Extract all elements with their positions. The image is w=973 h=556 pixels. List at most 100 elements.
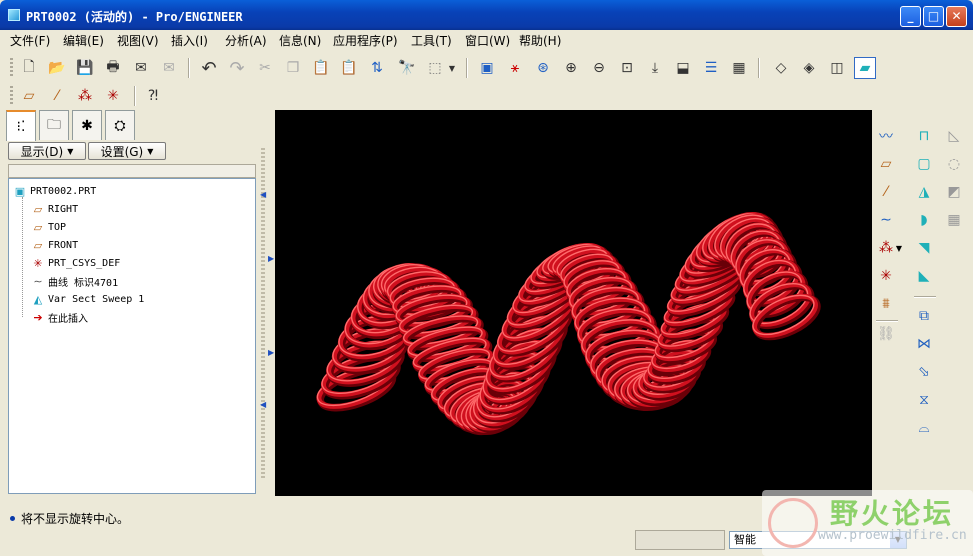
menu-info[interactable]: 信息(N) xyxy=(279,32,321,49)
tab-model-tree[interactable]: ⁝⁚ xyxy=(6,110,36,141)
zoom-out-icon[interactable]: ⊖ xyxy=(588,57,610,79)
tree-item-part[interactable]: ▣ PRT0002.PRT xyxy=(13,183,96,199)
chamfer-icon[interactable]: ◥ xyxy=(912,236,936,260)
edge-chamfer-icon[interactable]: ◣ xyxy=(912,264,936,288)
reorient-icon[interactable]: ⤓ xyxy=(644,57,666,79)
undo-icon[interactable]: ↶ xyxy=(198,57,220,79)
show-dropdown[interactable]: 显示(D) ▼ xyxy=(8,142,86,160)
maximize-button[interactable]: □ xyxy=(923,6,944,27)
datum-plane-tool-icon[interactable]: ▱ xyxy=(874,152,898,176)
graphics-window[interactable] xyxy=(275,110,872,496)
shell-icon[interactable]: ◌ xyxy=(942,152,966,176)
hidden-line-icon[interactable]: ◈ xyxy=(798,57,820,79)
view-manager-icon[interactable]: ▦ xyxy=(728,57,750,79)
tab-connections[interactable]: ⛭ xyxy=(105,110,135,140)
datum-plane-display-icon[interactable]: ▱ xyxy=(18,85,40,107)
move-icon[interactable]: ⬂ xyxy=(912,360,936,384)
datum-axis-tool-icon[interactable]: ⁄ xyxy=(874,180,898,204)
whats-this-icon[interactable]: ⁈ xyxy=(142,85,164,107)
save-icon[interactable]: 💾 xyxy=(74,57,96,79)
shaded-icon[interactable]: ▰ xyxy=(854,57,876,79)
saved-views-icon[interactable]: ⬓ xyxy=(672,57,694,79)
tree-item-label: TOP xyxy=(48,221,67,233)
favorites-icon: ✱ xyxy=(81,117,93,134)
select-box-icon[interactable]: ⬚ xyxy=(424,57,446,79)
tree-item-label: RIGHT xyxy=(48,203,79,215)
datum-curve-icon[interactable]: ∼ xyxy=(874,208,898,232)
orient-icon[interactable]: ⊛ xyxy=(532,57,554,79)
redo-icon[interactable]: ↷ xyxy=(226,57,248,79)
email-icon[interactable]: ✉ xyxy=(130,57,152,79)
cut-icon[interactable]: ✂ xyxy=(254,57,276,79)
csys-tool-icon[interactable]: ✳ xyxy=(874,264,898,288)
tree-item-right[interactable]: ▱ RIGHT xyxy=(31,201,78,217)
toolbar-grip[interactable] xyxy=(10,86,13,106)
menu-insert[interactable]: 插入(I) xyxy=(171,32,208,49)
toolbar-grip[interactable] xyxy=(10,58,13,78)
tree-item-curve[interactable]: ∼ 曲线 标识4701 xyxy=(31,273,118,289)
rib-icon[interactable]: ◮ xyxy=(912,180,936,204)
layers-icon[interactable]: ☰ xyxy=(700,57,722,79)
toolbar-separator xyxy=(466,58,468,78)
print-icon[interactable]: 🖶 xyxy=(102,57,124,79)
menu-file[interactable]: 文件(F) xyxy=(10,32,50,49)
navigator-sash[interactable]: ◀ ▶ ▶ ◀ xyxy=(259,110,274,496)
select-dropdown-icon[interactable]: ▼ xyxy=(446,57,458,79)
tree-item-label: PRT_CSYS_DEF xyxy=(48,257,121,269)
draft-icon[interactable]: ◩ xyxy=(942,180,966,204)
menu-applications[interactable]: 应用程序(P) xyxy=(333,32,398,49)
extrude-icon[interactable]: ⊓ xyxy=(912,124,936,148)
minimize-button[interactable]: _ xyxy=(900,6,921,27)
point-dropdown-icon[interactable]: ▼ xyxy=(894,236,904,260)
paste-icon[interactable]: 📋 xyxy=(310,57,332,79)
csys-display-icon[interactable]: ✳ xyxy=(102,85,124,107)
title-bar: PRT0002 (活动的) - Pro/ENGINEER _ □ ✕ xyxy=(0,0,973,30)
settings-dropdown[interactable]: 设置(G) ▼ xyxy=(88,142,166,160)
datum-plane-icon: ▱ xyxy=(33,220,43,234)
close-button[interactable]: ✕ xyxy=(946,6,967,27)
find-icon[interactable]: 🔭 xyxy=(396,57,418,79)
warp-icon[interactable]: ⧖ xyxy=(912,388,936,412)
zoom-in-icon[interactable]: ⊕ xyxy=(560,57,582,79)
tree-item-front[interactable]: ▱ FRONT xyxy=(31,237,78,253)
no-hidden-icon[interactable]: ◫ xyxy=(826,57,848,79)
revolve-icon[interactable]: ◺ xyxy=(942,124,966,148)
mirror-icon[interactable]: ⋈ xyxy=(912,332,936,356)
copy-icon[interactable]: ❐ xyxy=(282,57,304,79)
menu-analysis[interactable]: 分析(A) xyxy=(225,32,267,49)
boundary-blend-icon[interactable]: ⌓ xyxy=(912,416,936,440)
new-file-icon[interactable]: 🗋 xyxy=(18,57,40,79)
repaint-icon[interactable]: ▣ xyxy=(476,57,498,79)
email-attach-icon[interactable]: ✉ xyxy=(158,57,180,79)
datum-point-display-icon[interactable]: ⁂ xyxy=(74,85,96,107)
tab-folder-browser[interactable]: 🗀 xyxy=(39,110,69,140)
menu-edit[interactable]: 编辑(E) xyxy=(63,32,104,49)
menu-window[interactable]: 窗口(W) xyxy=(465,32,510,49)
refit-icon[interactable]: ⊡ xyxy=(616,57,638,79)
tree-item-sweep[interactable]: ◭ Var Sect Sweep 1 xyxy=(31,291,145,307)
collapse-arrow-icon[interactable]: ◀ xyxy=(260,400,268,409)
menu-tools[interactable]: 工具(T) xyxy=(411,32,452,49)
hole-icon[interactable]: ▢ xyxy=(912,152,936,176)
tree-item-insert-here[interactable]: ➔ 在此插入 xyxy=(31,309,88,325)
pattern-icon[interactable]: ▦ xyxy=(942,208,966,232)
tab-favorites[interactable]: ✱ xyxy=(72,110,102,140)
tree-item-label: 在此插入 xyxy=(48,313,88,325)
menu-view[interactable]: 视图(V) xyxy=(117,32,159,49)
analysis-feature-icon[interactable]: ⩩ xyxy=(874,292,898,316)
copy-feature-icon[interactable]: ⧉ xyxy=(912,304,936,328)
sketched-curve-icon[interactable]: 〰 xyxy=(874,124,898,148)
datum-axis-display-icon[interactable]: ⁄ xyxy=(46,85,68,107)
tree-item-top[interactable]: ▱ TOP xyxy=(31,219,66,235)
tree-item-csys[interactable]: ✳ PRT_CSYS_DEF xyxy=(31,255,120,271)
import-icon[interactable]: ⛓ xyxy=(874,322,898,346)
collapse-arrow-icon[interactable]: ◀ xyxy=(260,190,268,199)
round-icon[interactable]: ◗ xyxy=(912,208,936,232)
coil-spring-model[interactable] xyxy=(275,110,872,496)
paste-special-icon[interactable]: 📋 xyxy=(338,57,360,79)
open-folder-icon[interactable]: 📂 xyxy=(46,57,68,79)
regenerate-icon[interactable]: ⇅ xyxy=(366,57,388,79)
menu-help[interactable]: 帮助(H) xyxy=(519,32,561,49)
spin-center-icon[interactable]: ⚹ xyxy=(504,57,526,79)
wireframe-icon[interactable]: ◇ xyxy=(770,57,792,79)
